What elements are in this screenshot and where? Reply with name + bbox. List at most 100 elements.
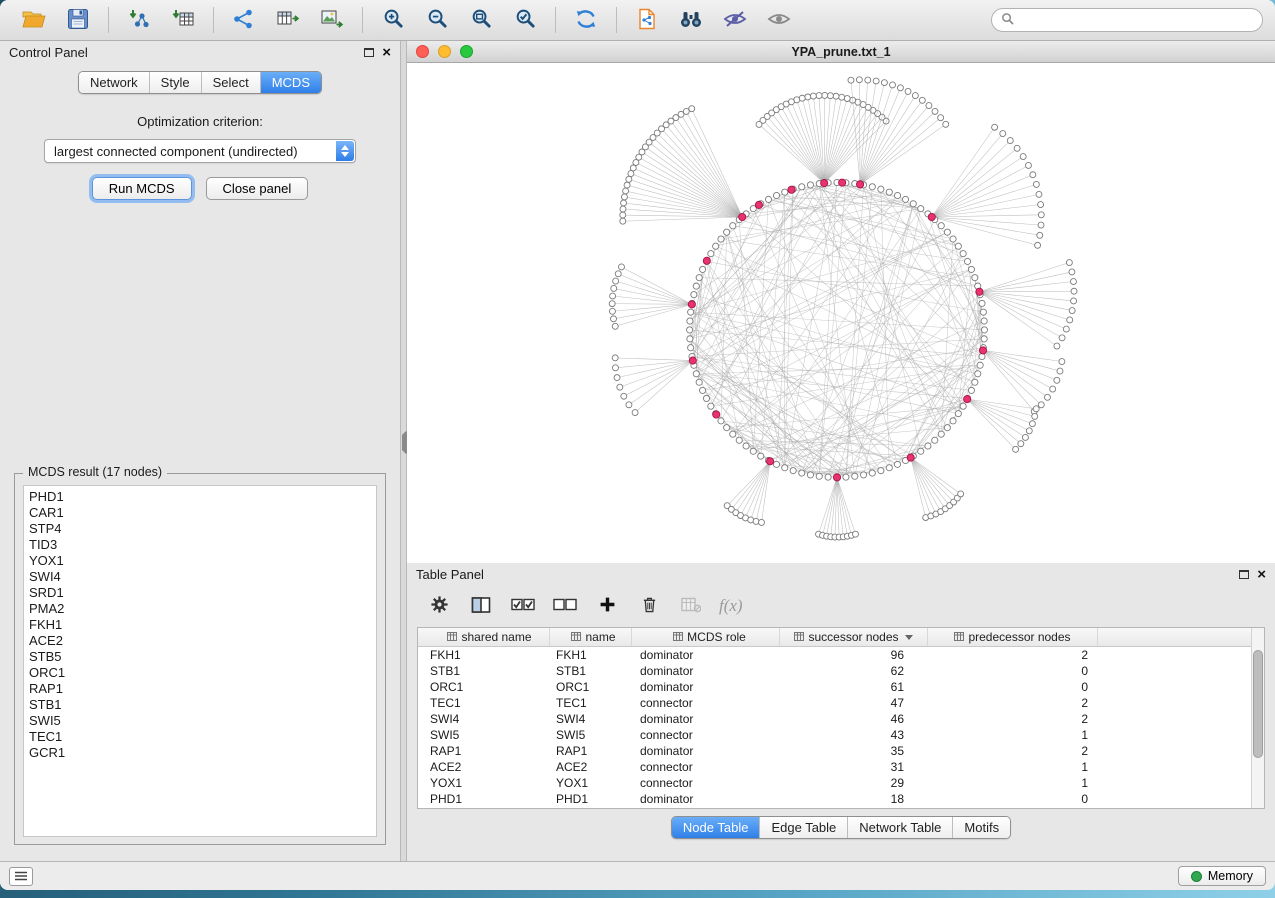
window-minimize-icon[interactable]	[438, 45, 451, 58]
table-row[interactable]: ORC1ORC1dominator610	[418, 679, 1251, 695]
hide-glyphs-button[interactable]	[718, 5, 752, 35]
cell-MCDS-role[interactable]: dominator	[632, 648, 780, 662]
cell-predecessor-nodes[interactable]: 1	[928, 728, 1098, 742]
tab-select[interactable]: Select	[201, 72, 260, 93]
tab-node-table[interactable]: Node Table	[672, 817, 760, 838]
mcds-result-item[interactable]: SRD1	[29, 585, 371, 601]
mcds-result-item[interactable]: RAP1	[29, 681, 371, 697]
cell-name[interactable]: FKH1	[550, 648, 632, 662]
cell-successor-nodes[interactable]: 18	[780, 792, 928, 806]
search-box[interactable]	[991, 8, 1263, 32]
cell-shared-name[interactable]: FKH1	[418, 648, 550, 662]
mcds-result-item[interactable]: STP4	[29, 521, 371, 537]
cell-predecessor-nodes[interactable]: 2	[928, 696, 1098, 710]
cell-predecessor-nodes[interactable]: 0	[928, 792, 1098, 806]
cell-predecessor-nodes[interactable]: 0	[928, 664, 1098, 678]
table-row[interactable]: YOX1YOX1connector291	[418, 775, 1251, 791]
cell-name[interactable]: TEC1	[550, 696, 632, 710]
cell-MCDS-role[interactable]: dominator	[632, 680, 780, 694]
table-row[interactable]: RAP1RAP1dominator352	[418, 743, 1251, 759]
search-input[interactable]	[1020, 13, 1253, 27]
cell-name[interactable]: SWI5	[550, 728, 632, 742]
cell-MCDS-role[interactable]: dominator	[632, 664, 780, 678]
cell-name[interactable]: ACE2	[550, 760, 632, 774]
search-network-button[interactable]	[674, 5, 708, 35]
mcds-result-item[interactable]: TID3	[29, 537, 371, 553]
mcds-result-list[interactable]: PHD1CAR1STP4TID3YOX1SWI4SRD1PMA2FKH1ACE2…	[23, 485, 377, 837]
table-scrollbar-thumb[interactable]	[1253, 650, 1263, 758]
table-row[interactable]: SWI5SWI5connector431	[418, 727, 1251, 743]
select-all-columns-button[interactable]	[507, 591, 539, 621]
export-network-button[interactable]	[227, 5, 261, 35]
cell-successor-nodes[interactable]: 43	[780, 728, 928, 742]
zoom-fit-button[interactable]	[464, 5, 498, 35]
table-row[interactable]: ACE2ACE2connector311	[418, 759, 1251, 775]
cell-successor-nodes[interactable]: 62	[780, 664, 928, 678]
cell-name[interactable]: SWI4	[550, 712, 632, 726]
mcds-result-item[interactable]: PMA2	[29, 601, 371, 617]
import-network-button[interactable]	[122, 5, 156, 35]
cell-MCDS-role[interactable]: connector	[632, 728, 780, 742]
cell-MCDS-role[interactable]: dominator	[632, 792, 780, 806]
run-mcds-button[interactable]: Run MCDS	[92, 177, 192, 200]
show-glyphs-button[interactable]	[762, 5, 796, 35]
mcds-result-item[interactable]: STB5	[29, 649, 371, 665]
cell-shared-name[interactable]: ORC1	[418, 680, 550, 694]
cell-shared-name[interactable]: TEC1	[418, 696, 550, 710]
open-file-button[interactable]	[17, 5, 51, 35]
close-panel-icon[interactable]: ×	[382, 45, 391, 60]
cell-predecessor-nodes[interactable]: 1	[928, 760, 1098, 774]
open-network-file-button[interactable]	[630, 5, 664, 35]
cell-shared-name[interactable]: PHD1	[418, 792, 550, 806]
network-view[interactable]	[407, 63, 1275, 563]
sort-chevron-icon[interactable]	[905, 635, 913, 640]
float-table-panel-icon[interactable]	[1239, 570, 1249, 579]
memory-button[interactable]: Memory	[1178, 866, 1266, 886]
deselect-all-columns-button[interactable]	[549, 591, 581, 621]
network-window-titlebar[interactable]: YPA_prune.txt_1	[407, 41, 1275, 63]
mcds-result-item[interactable]: PHD1	[29, 489, 371, 505]
add-column-button[interactable]	[591, 591, 623, 621]
mcds-result-item[interactable]: GCR1	[29, 745, 371, 761]
tab-style[interactable]: Style	[149, 72, 201, 93]
cell-shared-name[interactable]: STB1	[418, 664, 550, 678]
tab-network[interactable]: Network	[79, 72, 149, 93]
network-graph[interactable]	[407, 63, 1273, 563]
cell-successor-nodes[interactable]: 47	[780, 696, 928, 710]
cell-successor-nodes[interactable]: 35	[780, 744, 928, 758]
cell-successor-nodes[interactable]: 96	[780, 648, 928, 662]
cell-shared-name[interactable]: SWI5	[418, 728, 550, 742]
tab-network-table[interactable]: Network Table	[847, 817, 952, 838]
table-row[interactable]: FKH1FKH1dominator962	[418, 647, 1251, 663]
table-settings-button[interactable]	[423, 591, 455, 621]
cell-shared-name[interactable]: SWI4	[418, 712, 550, 726]
refresh-button[interactable]	[569, 5, 603, 35]
cell-successor-nodes[interactable]: 61	[780, 680, 928, 694]
float-panel-icon[interactable]	[364, 48, 374, 57]
tab-motifs[interactable]: Motifs	[952, 817, 1010, 838]
table-row[interactable]: TEC1TEC1connector472	[418, 695, 1251, 711]
cell-predecessor-nodes[interactable]: 2	[928, 648, 1098, 662]
cell-successor-nodes[interactable]: 31	[780, 760, 928, 774]
export-image-button[interactable]	[315, 5, 349, 35]
cell-predecessor-nodes[interactable]: 2	[928, 712, 1098, 726]
cell-MCDS-role[interactable]: connector	[632, 696, 780, 710]
zoom-out-button[interactable]	[420, 5, 454, 35]
cell-name[interactable]: RAP1	[550, 744, 632, 758]
cell-successor-nodes[interactable]: 29	[780, 776, 928, 790]
cell-predecessor-nodes[interactable]: 1	[928, 776, 1098, 790]
column-header-successor-nodes[interactable]: successor nodes	[780, 628, 928, 646]
cell-name[interactable]: YOX1	[550, 776, 632, 790]
column-header-MCDS-role[interactable]: MCDS role	[632, 628, 780, 646]
cell-successor-nodes[interactable]: 46	[780, 712, 928, 726]
mcds-result-item[interactable]: TEC1	[29, 729, 371, 745]
cell-name[interactable]: PHD1	[550, 792, 632, 806]
cell-name[interactable]: STB1	[550, 664, 632, 678]
cell-shared-name[interactable]: YOX1	[418, 776, 550, 790]
close-table-panel-icon[interactable]: ×	[1257, 567, 1266, 582]
cell-predecessor-nodes[interactable]: 0	[928, 680, 1098, 694]
mcds-result-item[interactable]: FKH1	[29, 617, 371, 633]
column-header-predecessor-nodes[interactable]: predecessor nodes	[928, 628, 1098, 646]
window-zoom-icon[interactable]	[460, 45, 473, 58]
window-close-icon[interactable]	[416, 45, 429, 58]
